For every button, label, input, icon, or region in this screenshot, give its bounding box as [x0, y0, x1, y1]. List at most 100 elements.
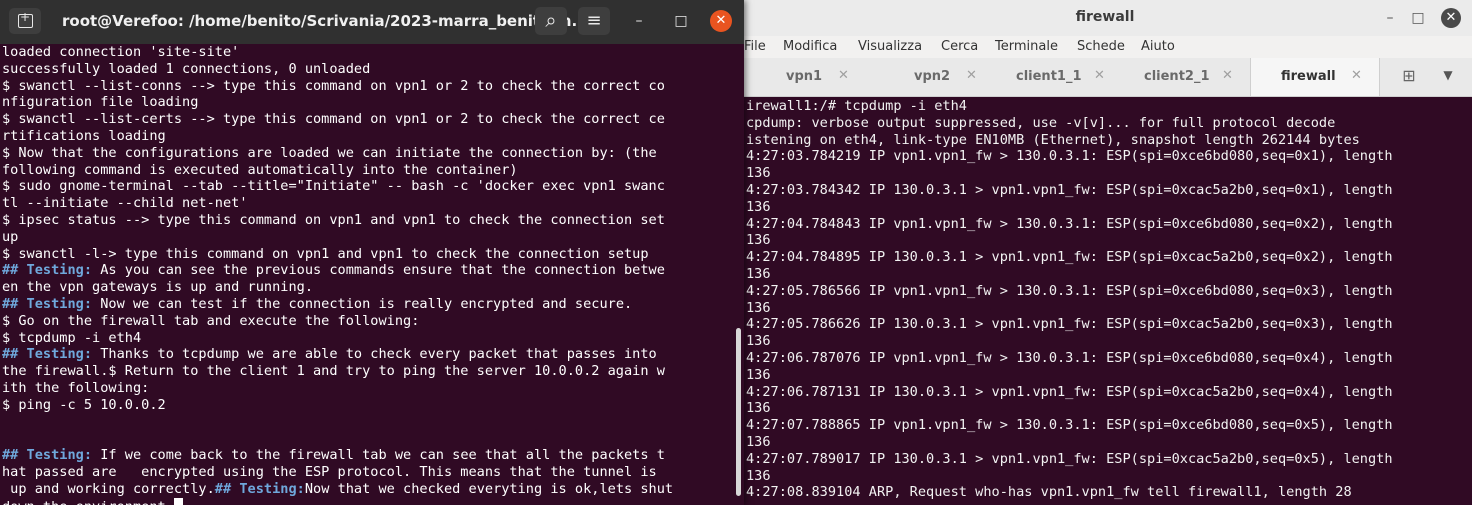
- close-icon[interactable]: ✕: [1441, 8, 1461, 28]
- maximize-icon[interactable]: □: [1408, 8, 1428, 28]
- terminal-lines: loaded connection 'site-site' successfull…: [2, 44, 673, 505]
- terminal-line: 136: [746, 165, 771, 182]
- testing-tag: ## Testing:: [2, 346, 93, 363]
- menu-visualizza[interactable]: Visualizza: [858, 39, 922, 54]
- terminal-line: following command is executed automatica…: [2, 162, 673, 179]
- line-text: $ tcpdump -i eth4: [2, 329, 142, 346]
- terminal-line: successfully loaded 1 connections, 0 unl…: [2, 61, 673, 78]
- tab-bar: vpn1 ✕ vpn2 ✕ client1_1 ✕ client2_1 ✕ fi…: [738, 58, 1472, 97]
- terminal-line: istening on eth4, link-type EN10MB (Ethe…: [746, 131, 1360, 148]
- menu-terminale[interactable]: Terminale: [995, 39, 1058, 54]
- terminal-line: 136: [746, 467, 771, 484]
- line-text: Now that we checked everyting is ok,lets…: [304, 480, 674, 497]
- tab-vpn2[interactable]: vpn2 ✕: [866, 58, 994, 96]
- minimize-icon[interactable]: –: [628, 10, 650, 32]
- terminal-lines: irewall1:/# tcpdump -i eth4 cpdump: verbo…: [746, 98, 1393, 501]
- menubar: File Modifica Visualizza Cerca Terminale…: [738, 36, 1472, 58]
- terminal-line: $ ping -c 5 10.0.0.2: [2, 397, 673, 414]
- line-text: Now we can test if the connection is rea…: [92, 295, 633, 312]
- window-titlebar[interactable]: + root@Verefoo: /home/benito/Scrivania/2…: [0, 0, 744, 44]
- search-icon[interactable]: ⌕: [535, 7, 567, 35]
- terminal-line: the firewall.$ Return to the client 1 an…: [2, 363, 673, 380]
- terminal-line: 4:27:07.789017 IP 130.0.3.1 > vpn1.vpn1_…: [746, 450, 1393, 467]
- maximize-icon[interactable]: □: [670, 10, 692, 32]
- terminal-line: $ swanctl --list-certs --> type this com…: [2, 111, 673, 128]
- terminal-line: 4:27:07.788865 IP vpn1.vpn1_fw > 130.0.3…: [746, 417, 1393, 434]
- terminal-line: 4:27:06.787131 IP 130.0.3.1 > vpn1.vpn1_…: [746, 383, 1393, 400]
- menu-file[interactable]: File: [744, 39, 766, 54]
- terminal-line: 4:27:05.786566 IP vpn1.vpn1_fw > 130.0.3…: [746, 282, 1393, 299]
- scrollbar[interactable]: [736, 328, 741, 496]
- minimize-icon[interactable]: –: [1380, 8, 1400, 28]
- tab-close-icon[interactable]: ✕: [1222, 68, 1233, 83]
- terminal-line: 136: [746, 299, 771, 316]
- terminal-line: 136: [746, 265, 771, 282]
- terminal-line: ## Testing: If we come back to the firew…: [2, 447, 673, 464]
- menu-cerca[interactable]: Cerca: [941, 39, 978, 54]
- line-text: successfully loaded 1 connections, 0 unl…: [2, 60, 371, 77]
- terminal-line: 136: [746, 433, 771, 450]
- terminal-line: 136: [746, 232, 771, 249]
- close-icon[interactable]: ✕: [710, 10, 732, 32]
- terminal-line: ## Testing: Now we can test if the conne…: [2, 296, 673, 313]
- menu-modifica[interactable]: Modifica: [783, 39, 837, 54]
- tab-close-icon[interactable]: ✕: [1351, 68, 1362, 83]
- root-terminal-window: + root@Verefoo: /home/benito/Scrivania/2…: [0, 0, 744, 505]
- terminal-line: nfiguration file loading: [2, 94, 673, 111]
- tab-close-icon[interactable]: ✕: [966, 68, 977, 83]
- terminal-line: 136: [746, 400, 771, 417]
- terminal-line: $ tcpdump -i eth4: [2, 330, 673, 347]
- tab-label: vpn2: [914, 69, 951, 84]
- line-prefix: up and working correctly.: [2, 480, 215, 497]
- terminal-line: 4:27:05.786626 IP 130.0.3.1 > vpn1.vpn1_…: [746, 316, 1393, 333]
- tab-label: client1_1: [1016, 69, 1082, 84]
- terminal-line: 4:27:03.784342 IP 130.0.3.1 > vpn1.vpn1_…: [746, 181, 1393, 198]
- terminal-line: en the vpn gateways is up and running.: [2, 279, 673, 296]
- terminal-line: rtifications loading: [2, 128, 673, 145]
- tab-client1-1[interactable]: client1_1 ✕: [994, 58, 1122, 96]
- terminal-output[interactable]: loaded connection 'site-site' successfull…: [0, 44, 744, 505]
- line-text: $ Now that the configurations are loaded…: [2, 144, 657, 161]
- line-text: up: [2, 228, 19, 245]
- line-text: Thanks to tcpdump we are able to check e…: [92, 346, 657, 363]
- line-text: the firewall.$ Return to the client 1 an…: [2, 363, 665, 380]
- tab-close-icon[interactable]: ✕: [1094, 68, 1105, 83]
- hamburger-menu-icon[interactable]: ≡: [578, 7, 610, 35]
- line-text: tl --initiate --child net-net': [2, 195, 248, 212]
- terminal-line: irewall1:/# tcpdump -i eth4: [746, 98, 967, 114]
- new-tab-button[interactable]: +: [9, 8, 41, 34]
- terminal-line: 136: [746, 198, 771, 215]
- testing-tag: ## Testing:: [2, 295, 93, 312]
- terminal-line: $ ipsec status --> type this command on …: [2, 212, 673, 229]
- terminal-line: $ sudo gnome-terminal --tab --title="Ini…: [2, 178, 673, 195]
- line-text: $ Go on the firewall tab and execute the…: [2, 312, 420, 329]
- line-text: hat passed are encrypted using the ESP p…: [2, 463, 657, 480]
- terminal-line: cpdump: verbose output suppressed, use -…: [746, 114, 1336, 131]
- terminal-line: up: [2, 229, 673, 246]
- menu-aiuto[interactable]: Aiuto: [1141, 39, 1175, 54]
- window-title: root@Verefoo: /home/benito/Scrivania/202…: [62, 12, 589, 30]
- menu-schede[interactable]: Schede: [1077, 39, 1125, 54]
- new-tab-icon[interactable]: ⊞: [1400, 68, 1418, 84]
- firewall-terminal-window: firewall – □ ✕ File Modifica Visualizza …: [738, 0, 1472, 505]
- terminal-line: 4:27:06.787076 IP vpn1.vpn1_fw > 130.0.3…: [746, 349, 1393, 366]
- line-text: en the vpn gateways is up and running.: [2, 279, 313, 296]
- tab-list-chevron-down-icon[interactable]: ▼: [1439, 68, 1457, 86]
- tab-close-icon[interactable]: ✕: [838, 68, 849, 83]
- terminal-line: 4:27:08.839104 ARP, Request who-has vpn1…: [746, 484, 1352, 501]
- terminal-line: ## Testing: As you can see the previous …: [2, 262, 673, 279]
- terminal-line: loaded connection 'site-site': [2, 44, 673, 61]
- line-text: rtifications loading: [2, 127, 166, 144]
- terminal-line: ith the following:: [2, 380, 673, 397]
- terminal-output[interactable]: irewall1:/# tcpdump -i eth4 cpdump: verbo…: [738, 98, 1472, 505]
- tab-client2-1[interactable]: client2_1 ✕: [1122, 58, 1250, 96]
- line-text: $ ipsec status --> type this command on …: [2, 211, 665, 228]
- tab-vpn1[interactable]: vpn1 ✕: [738, 58, 866, 96]
- tab-firewall[interactable]: firewall ✕: [1250, 58, 1380, 96]
- window-titlebar[interactable]: firewall – □ ✕: [738, 0, 1472, 37]
- line-text: $ swanctl --list-conns --> type this com…: [2, 77, 665, 94]
- terminal-line: $ swanctl -l-> type this command on vpn1…: [2, 246, 673, 263]
- terminal-line: tl --initiate --child net-net': [2, 195, 673, 212]
